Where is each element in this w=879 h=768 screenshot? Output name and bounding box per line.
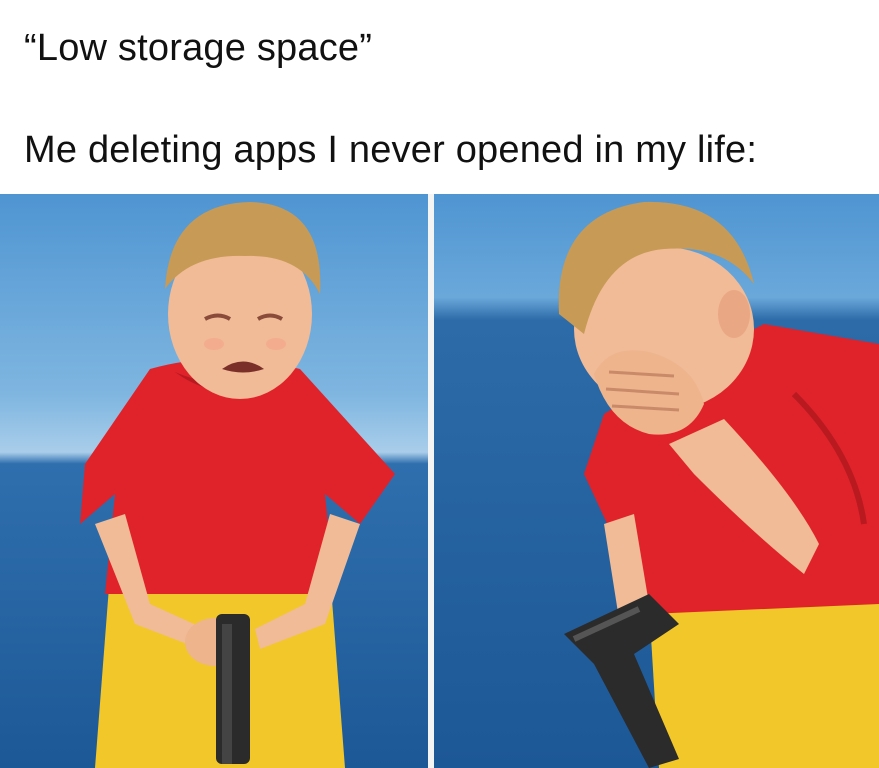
caption-line-storage: “Low storage space” xyxy=(24,27,373,69)
photo-panel-crying-child xyxy=(0,194,428,768)
caption-line-deleting-apps: Me deleting apps I never opened in my li… xyxy=(24,129,758,171)
photo-panel-facepalm-child xyxy=(434,194,879,768)
meme-image: “Low storage space” Me deleting apps I n… xyxy=(0,0,879,768)
yellow-shorts xyxy=(649,594,879,768)
ear xyxy=(718,290,750,338)
facepalm-child-illustration xyxy=(434,194,879,768)
gun xyxy=(216,614,250,764)
caption-area: “Low storage space” Me deleting apps I n… xyxy=(0,0,879,194)
photo-panels xyxy=(0,194,879,768)
crying-child-illustration xyxy=(0,194,428,768)
